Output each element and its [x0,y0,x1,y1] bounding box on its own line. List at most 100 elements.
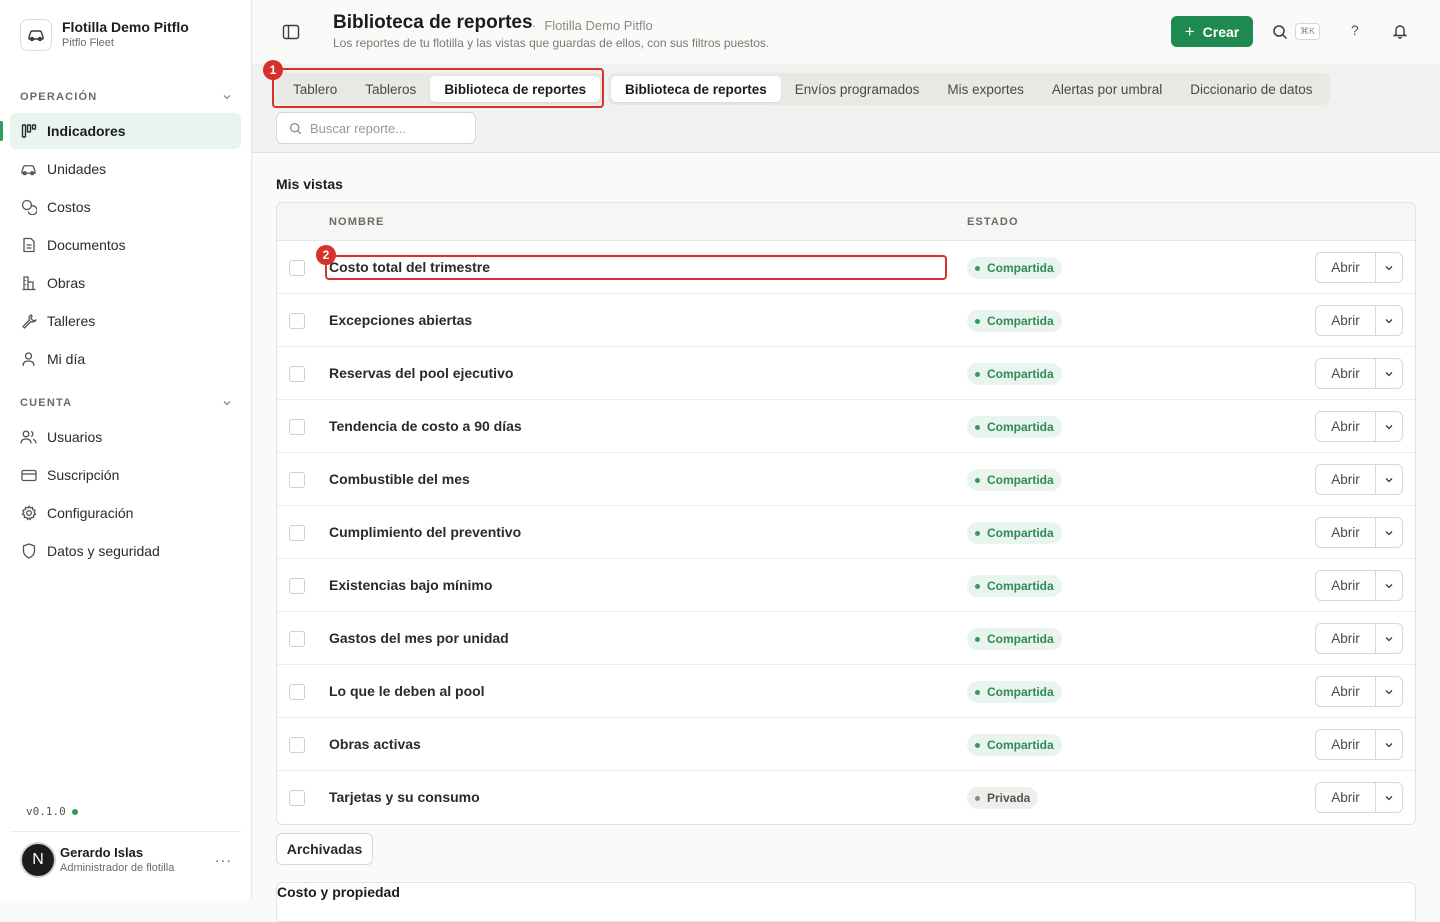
tab-biblioteca-reportes-secondary[interactable]: Biblioteca de reportes [611,76,781,102]
table-row[interactable]: Lo que le deben al pool Compartida Abrir [277,665,1415,718]
section-cuenta[interactable]: CUENTA [20,397,232,409]
sidebar-item-usuarios[interactable]: Usuarios [10,419,241,455]
chevron-down-icon[interactable] [1376,783,1402,812]
row-name[interactable]: Lo que le deben al pool [329,683,485,699]
sidebar-item-label: Suscripción [47,467,119,483]
tab-alertas-umbral[interactable]: Alertas por umbral [1038,76,1176,102]
chevron-down-icon[interactable] [1376,624,1402,653]
row-name[interactable]: Obras activas [329,736,421,752]
sidebar-item-unidades[interactable]: Unidades [10,151,241,187]
sidebar-item-indicadores[interactable]: Indicadores [10,113,241,149]
create-button[interactable]: + Crear [1171,16,1253,47]
row-checkbox[interactable] [289,684,305,700]
chevron-down-icon[interactable] [1376,677,1402,706]
row-name[interactable]: Existencias bajo mínimo [329,577,492,593]
table-row[interactable]: Gastos del mes por unidad Compartida Abr… [277,612,1415,665]
row-name[interactable]: Reservas del pool ejecutivo [329,365,513,381]
row-checkbox[interactable] [289,631,305,647]
chevron-down-icon[interactable] [1376,465,1402,494]
annotation-box-2 [325,255,947,280]
bell-icon[interactable] [1392,23,1408,39]
open-button[interactable]: Abrir [1316,783,1376,812]
sidebar-item-talleres[interactable]: Talleres [10,303,241,339]
column-header-estado[interactable]: ESTADO [967,216,1019,228]
tab-mis-exportes[interactable]: Mis exportes [933,76,1038,102]
row-checkbox[interactable] [289,260,305,276]
table-row[interactable]: Reservas del pool ejecutivo Compartida A… [277,347,1415,400]
open-button-group: Abrir [1315,411,1403,442]
chevron-down-icon[interactable] [1376,412,1402,441]
sidebar-item-costos[interactable]: Costos [10,189,241,225]
row-checkbox[interactable] [289,737,305,753]
open-button-group: Abrir [1315,676,1403,707]
chevron-down-icon[interactable] [1376,306,1402,335]
table-row[interactable]: Tarjetas y su consumo Privada Abrir [277,771,1415,824]
archived-button[interactable]: Archivadas [276,833,373,865]
open-button[interactable]: Abrir [1316,624,1376,653]
row-name[interactable]: Excepciones abiertas [329,312,472,328]
status-label: Compartida [987,685,1054,699]
row-checkbox[interactable] [289,472,305,488]
row-name[interactable]: Gastos del mes por unidad [329,630,509,646]
table-row[interactable]: Obras activas Compartida Abrir [277,718,1415,771]
row-checkbox[interactable] [289,313,305,329]
user-menu[interactable]: N Gerardo Islas Administrador de flotill… [20,842,242,878]
row-checkbox[interactable] [289,790,305,806]
table-row[interactable]: Tendencia de costo a 90 días Compartida … [277,400,1415,453]
chevron-down-icon[interactable] [1376,359,1402,388]
breadcrumb-org[interactable]: Flotilla Demo Pitflo [544,18,652,33]
table-row[interactable]: Excepciones abiertas Compartida Abrir [277,294,1415,347]
row-checkbox[interactable] [289,578,305,594]
row-checkbox[interactable] [289,366,305,382]
avatar: N [20,842,56,878]
section-card-costo-propiedad [276,882,1416,922]
sidebar-item-suscripcion[interactable]: Suscripción [10,457,241,493]
section-operacion[interactable]: OPERACIÓN [20,91,232,103]
sidebar-toggle-icon[interactable] [282,23,300,41]
open-button[interactable]: Abrir [1316,518,1376,547]
open-button-group: Abrir [1315,782,1403,813]
row-name[interactable]: Combustible del mes [329,471,470,487]
chevron-down-icon[interactable] [1376,253,1402,282]
row-name[interactable]: Tarjetas y su consumo [329,789,480,805]
sidebar-item-obras[interactable]: Obras [10,265,241,301]
open-button[interactable]: Abrir [1316,253,1376,282]
help-icon[interactable]: ? [1351,22,1359,38]
shortcut-badge: ⌘K [1295,23,1320,40]
sidebar-item-datos-seguridad[interactable]: Datos y seguridad [10,533,241,569]
sidebar-item-mi-dia[interactable]: Mi día [10,341,241,377]
table-row[interactable]: Combustible del mes Compartida Abrir [277,453,1415,506]
open-button[interactable]: Abrir [1316,412,1376,441]
sidebar-item-configuracion[interactable]: Configuración [10,495,241,531]
tab-envios-programados[interactable]: Envíos programados [781,76,934,102]
open-button[interactable]: Abrir [1316,677,1376,706]
row-checkbox[interactable] [289,525,305,541]
report-search[interactable] [276,112,476,144]
open-button[interactable]: Abrir [1316,730,1376,759]
row-checkbox[interactable] [289,419,305,435]
row-name[interactable]: Tendencia de costo a 90 días [329,418,522,434]
open-button[interactable]: Abrir [1316,306,1376,335]
column-header-nombre[interactable]: NOMBRE [329,216,385,228]
table-row[interactable]: Cumplimiento del preventivo Compartida A… [277,506,1415,559]
tab-diccionario-datos[interactable]: Diccionario de datos [1176,76,1326,102]
chevron-down-icon[interactable] [1376,518,1402,547]
wrench-icon [20,313,37,330]
search-icon[interactable] [1272,24,1288,40]
car-icon [20,19,52,51]
open-button[interactable]: Abrir [1316,571,1376,600]
status-label: Privada [987,791,1030,805]
chevron-down-icon[interactable] [1376,571,1402,600]
status-dot [72,809,78,815]
sidebar-item-documentos[interactable]: Documentos [10,227,241,263]
section-cuenta-label: CUENTA [20,397,72,409]
open-button[interactable]: Abrir [1316,359,1376,388]
more-icon[interactable]: ··· [215,852,232,868]
row-name[interactable]: Cumplimiento del preventivo [329,524,521,540]
table-row[interactable]: Existencias bajo mínimo Compartida Abrir [277,559,1415,612]
org-switcher[interactable]: Flotilla Demo Pitflo Pitflo Fleet [20,18,189,51]
search-input[interactable] [310,121,460,136]
open-button[interactable]: Abrir [1316,465,1376,494]
sidebar-item-label: Usuarios [47,429,102,445]
chevron-down-icon[interactable] [1376,730,1402,759]
